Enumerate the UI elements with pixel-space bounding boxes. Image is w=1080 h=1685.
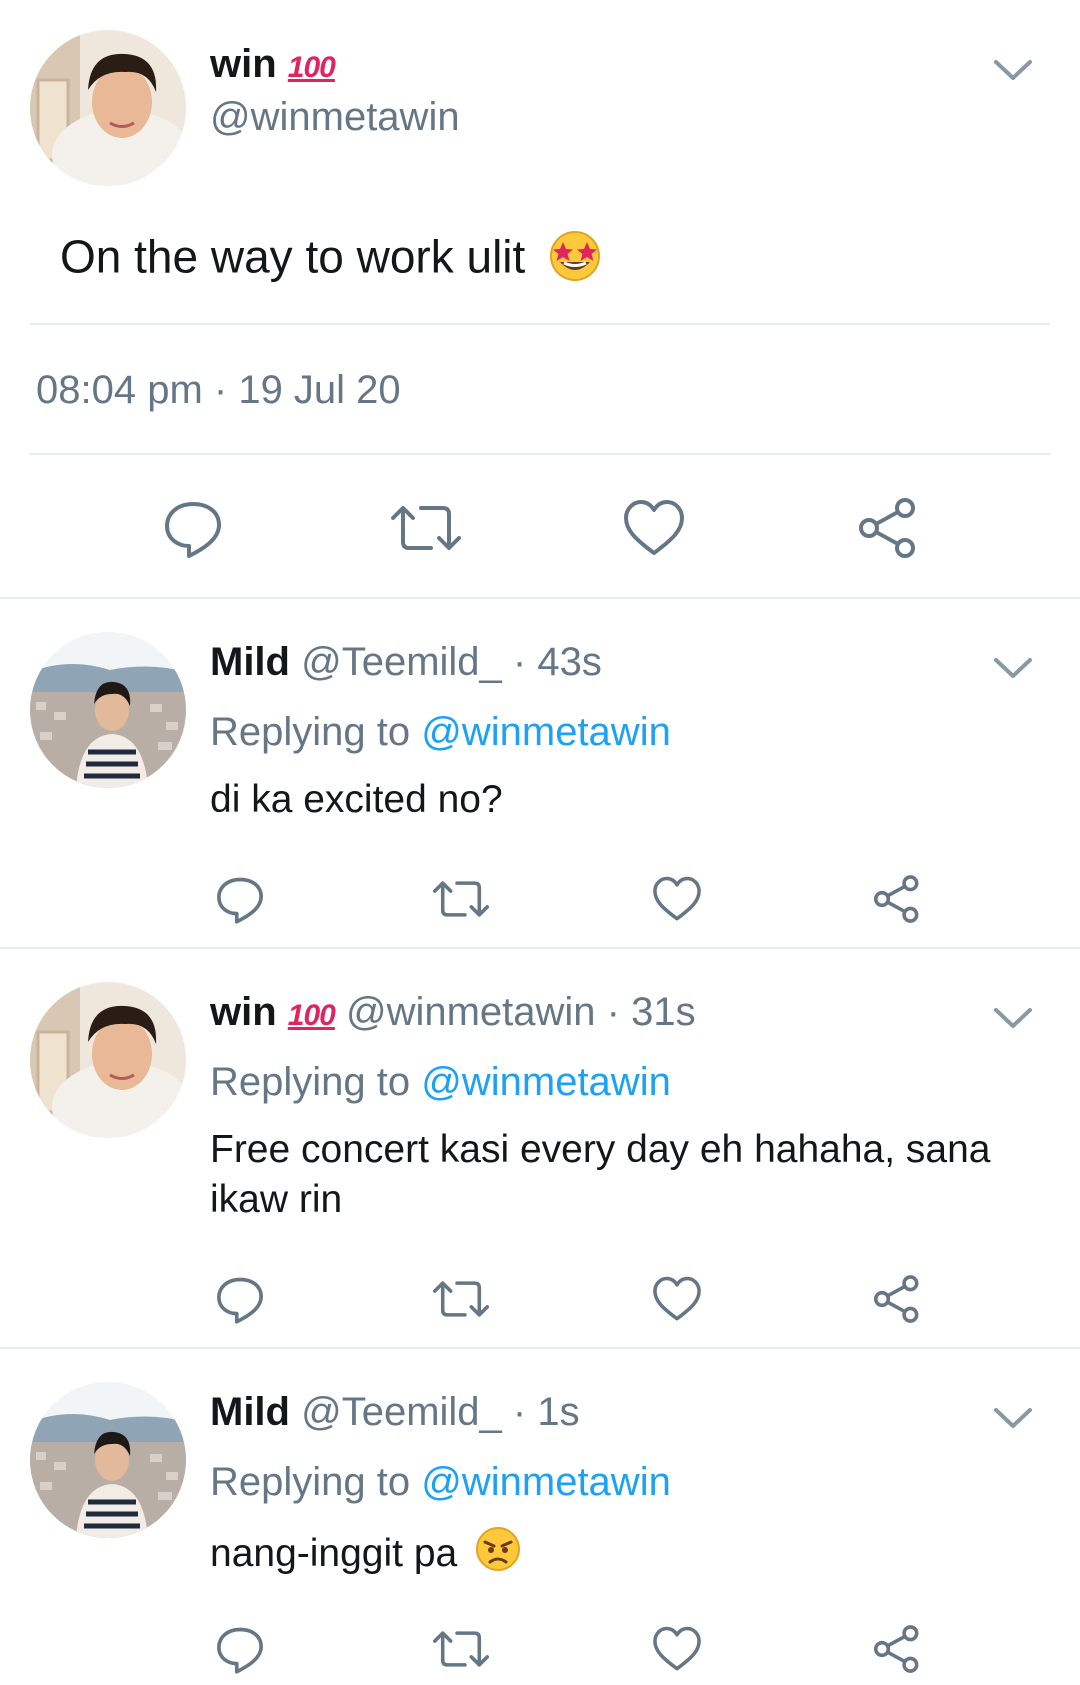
reply-header: win 100 @winmetawin · 31s [210, 990, 696, 1035]
author-name[interactable]: Mild [210, 1390, 290, 1434]
reply-time: · 43s [501, 640, 602, 684]
section-divider [0, 1347, 1080, 1349]
author-name[interactable]: win [210, 990, 277, 1034]
tweet-timestamp[interactable]: 08:04 pm · 19 Jul 20 [36, 368, 401, 413]
reply-header: Mild @Teemild_ · 43s [210, 640, 602, 685]
angry-face-emoji-icon [474, 1525, 522, 1586]
reply-button[interactable] [158, 496, 228, 560]
share-button[interactable] [852, 496, 924, 560]
like-button[interactable] [648, 872, 706, 926]
replying-label: Replying to [210, 1460, 411, 1504]
avatar-mild[interactable] [30, 1382, 186, 1538]
author-name[interactable]: Mild [210, 640, 290, 684]
reply-button[interactable] [210, 872, 270, 926]
author-name[interactable]: win 100 [210, 42, 336, 87]
avatar-win[interactable] [30, 30, 186, 186]
chevron-down-icon[interactable] [988, 648, 1038, 688]
share-icon [873, 1275, 919, 1323]
mention-link[interactable]: @winmetawin [421, 710, 671, 754]
divider [30, 453, 1050, 455]
share-button[interactable] [868, 1622, 926, 1676]
author-handle[interactable]: @winmetawin [346, 990, 596, 1034]
share-button[interactable] [868, 1272, 926, 1326]
reply-time: · 31s [595, 990, 696, 1034]
heart-icon [653, 1276, 701, 1321]
reply-icon [217, 877, 263, 924]
retweet-icon [391, 506, 461, 550]
like-button[interactable] [648, 1272, 706, 1326]
reply-button[interactable] [210, 1622, 270, 1676]
avatar-mild[interactable] [30, 632, 186, 788]
replying-to: Replying to @winmetawin [210, 1460, 671, 1505]
chevron-down-icon[interactable] [988, 50, 1038, 90]
retweet-button[interactable] [428, 1622, 494, 1676]
heart-icon [624, 500, 684, 555]
mention-link[interactable]: @winmetawin [421, 1460, 671, 1504]
share-icon [859, 498, 915, 558]
replying-to: Replying to @winmetawin [210, 1060, 671, 1105]
reply-icon [217, 1627, 263, 1674]
reply-icon [217, 1277, 263, 1324]
replying-to: Replying to @winmetawin [210, 710, 671, 755]
reply-text-content: nang-inggit pa [210, 1531, 458, 1575]
tweet-text-content: On the way to work ulit [60, 230, 526, 283]
chevron-down-icon[interactable] [988, 998, 1038, 1038]
section-divider [0, 597, 1080, 599]
like-button[interactable] [618, 496, 690, 560]
reply-text: nang-inggit pa [210, 1525, 522, 1586]
hundred-points-icon: 100 [287, 51, 336, 84]
retweet-icon [432, 1281, 490, 1317]
chevron-down-icon[interactable] [988, 1398, 1038, 1438]
share-icon [873, 875, 919, 923]
reply-text: Free concert kasi every day eh hahaha, s… [210, 1128, 991, 1221]
mention-link[interactable]: @winmetawin [421, 1060, 671, 1104]
share-button[interactable] [868, 872, 926, 926]
author-handle[interactable]: @winmetawin [210, 95, 460, 140]
divider [30, 323, 1050, 325]
reply-time: · 1s [501, 1390, 580, 1434]
retweet-button[interactable] [386, 496, 466, 560]
hundred-points-icon: 100 [287, 999, 336, 1032]
reply-icon [165, 502, 221, 558]
retweet-icon [432, 881, 490, 917]
replying-label: Replying to [210, 710, 411, 754]
tweet-text: On the way to work ulit [60, 228, 604, 293]
share-icon [873, 1625, 919, 1673]
section-divider [0, 947, 1080, 949]
retweet-button[interactable] [428, 1272, 494, 1326]
replying-label: Replying to [210, 1060, 411, 1104]
author-name-text: win [210, 42, 277, 86]
heart-icon [653, 876, 701, 921]
author-handle[interactable]: @Teemild_ [301, 1390, 502, 1434]
retweet-icon [432, 1631, 490, 1667]
author-handle[interactable]: @Teemild_ [301, 640, 502, 684]
reply-header: Mild @Teemild_ · 1s [210, 1390, 580, 1435]
retweet-button[interactable] [428, 872, 494, 926]
avatar-win[interactable] [30, 982, 186, 1138]
like-button[interactable] [648, 1622, 706, 1676]
heart-icon [653, 1626, 701, 1671]
reply-text: di ka excited no? [210, 778, 503, 821]
reply-button[interactable] [210, 1272, 270, 1326]
star-struck-emoji-icon [546, 228, 604, 293]
